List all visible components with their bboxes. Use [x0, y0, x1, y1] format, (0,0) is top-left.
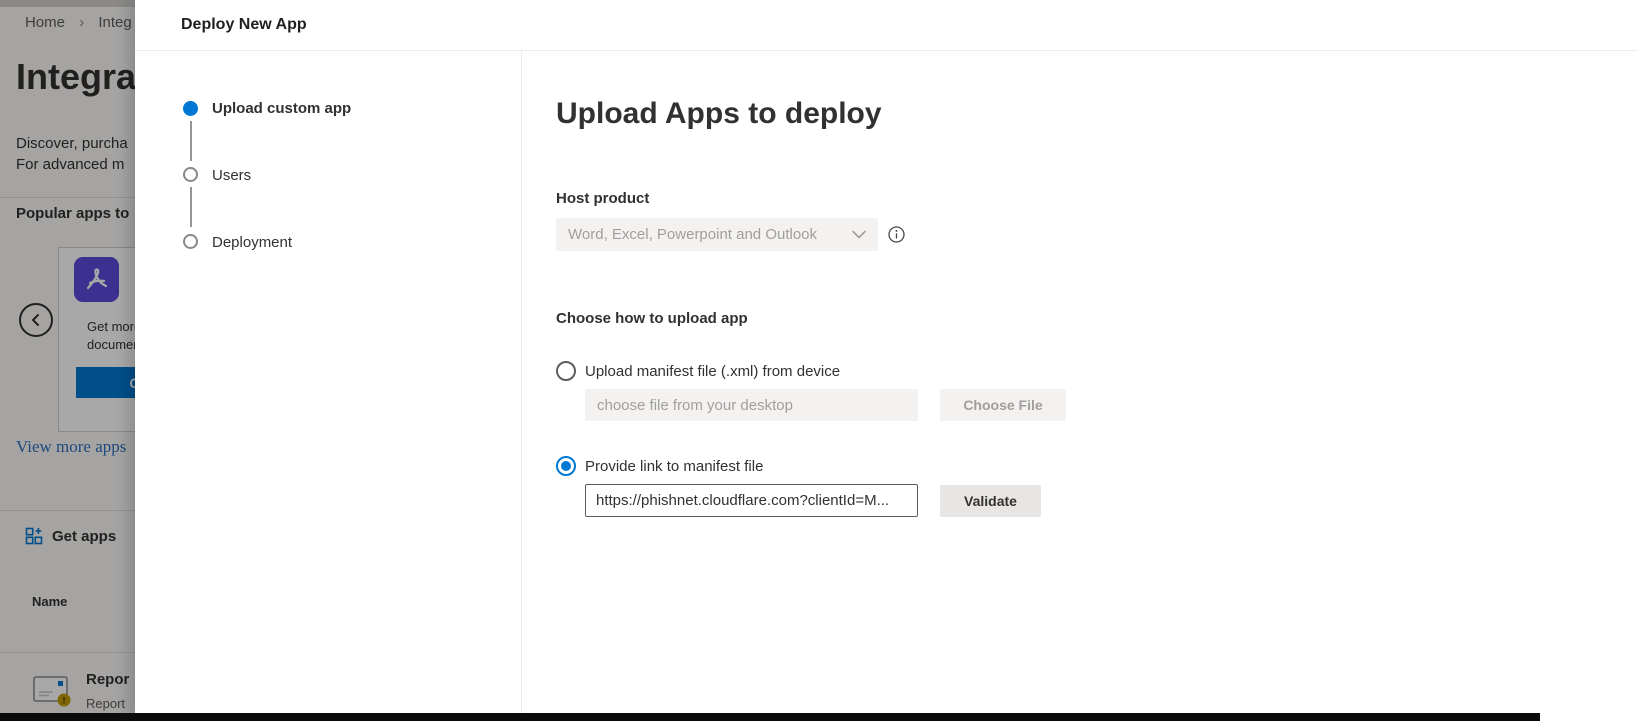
panel-header-divider	[135, 50, 1638, 51]
panel-title: Deploy New App	[181, 16, 307, 34]
radio-upload-file-label[interactable]: Upload manifest file (.xml) from device	[585, 363, 840, 380]
step-users[interactable]: Users	[212, 167, 251, 184]
file-path-input[interactable]	[585, 389, 918, 421]
panel-stepper-divider	[521, 51, 522, 721]
chevron-down-icon	[852, 230, 866, 239]
deploy-new-app-panel: Deploy New App Upload custom app Users D…	[135, 0, 1638, 721]
validate-button[interactable]: Validate	[940, 485, 1041, 517]
host-product-dropdown[interactable]: Word, Excel, Powerpoint and Outlook	[556, 218, 878, 251]
radio-provide-link[interactable]	[556, 456, 576, 476]
radio-upload-file[interactable]	[556, 361, 576, 381]
host-product-label: Host product	[556, 190, 649, 207]
manifest-url-input[interactable]	[585, 484, 918, 517]
info-icon	[888, 226, 905, 243]
step-connector	[190, 121, 192, 161]
step-upcoming-dot-icon	[183, 234, 198, 249]
screen: Home › Integ Integra Discover, purcha Fo…	[0, 0, 1638, 721]
form-heading: Upload Apps to deploy	[556, 97, 882, 131]
radio-provide-link-label[interactable]: Provide link to manifest file	[585, 458, 763, 475]
radio-selected-dot-icon	[561, 461, 571, 471]
bottom-edge-bar	[0, 713, 1540, 721]
step-active-dot-icon	[183, 101, 198, 116]
choose-upload-method-label: Choose how to upload app	[556, 310, 748, 327]
step-connector	[190, 187, 192, 227]
step-upcoming-dot-icon	[183, 167, 198, 182]
step-deployment[interactable]: Deployment	[212, 234, 292, 251]
step-upload-custom-app[interactable]: Upload custom app	[212, 100, 351, 117]
host-product-value: Word, Excel, Powerpoint and Outlook	[568, 226, 852, 243]
choose-file-button[interactable]: Choose File	[940, 389, 1066, 421]
host-product-info-button[interactable]	[888, 226, 905, 243]
